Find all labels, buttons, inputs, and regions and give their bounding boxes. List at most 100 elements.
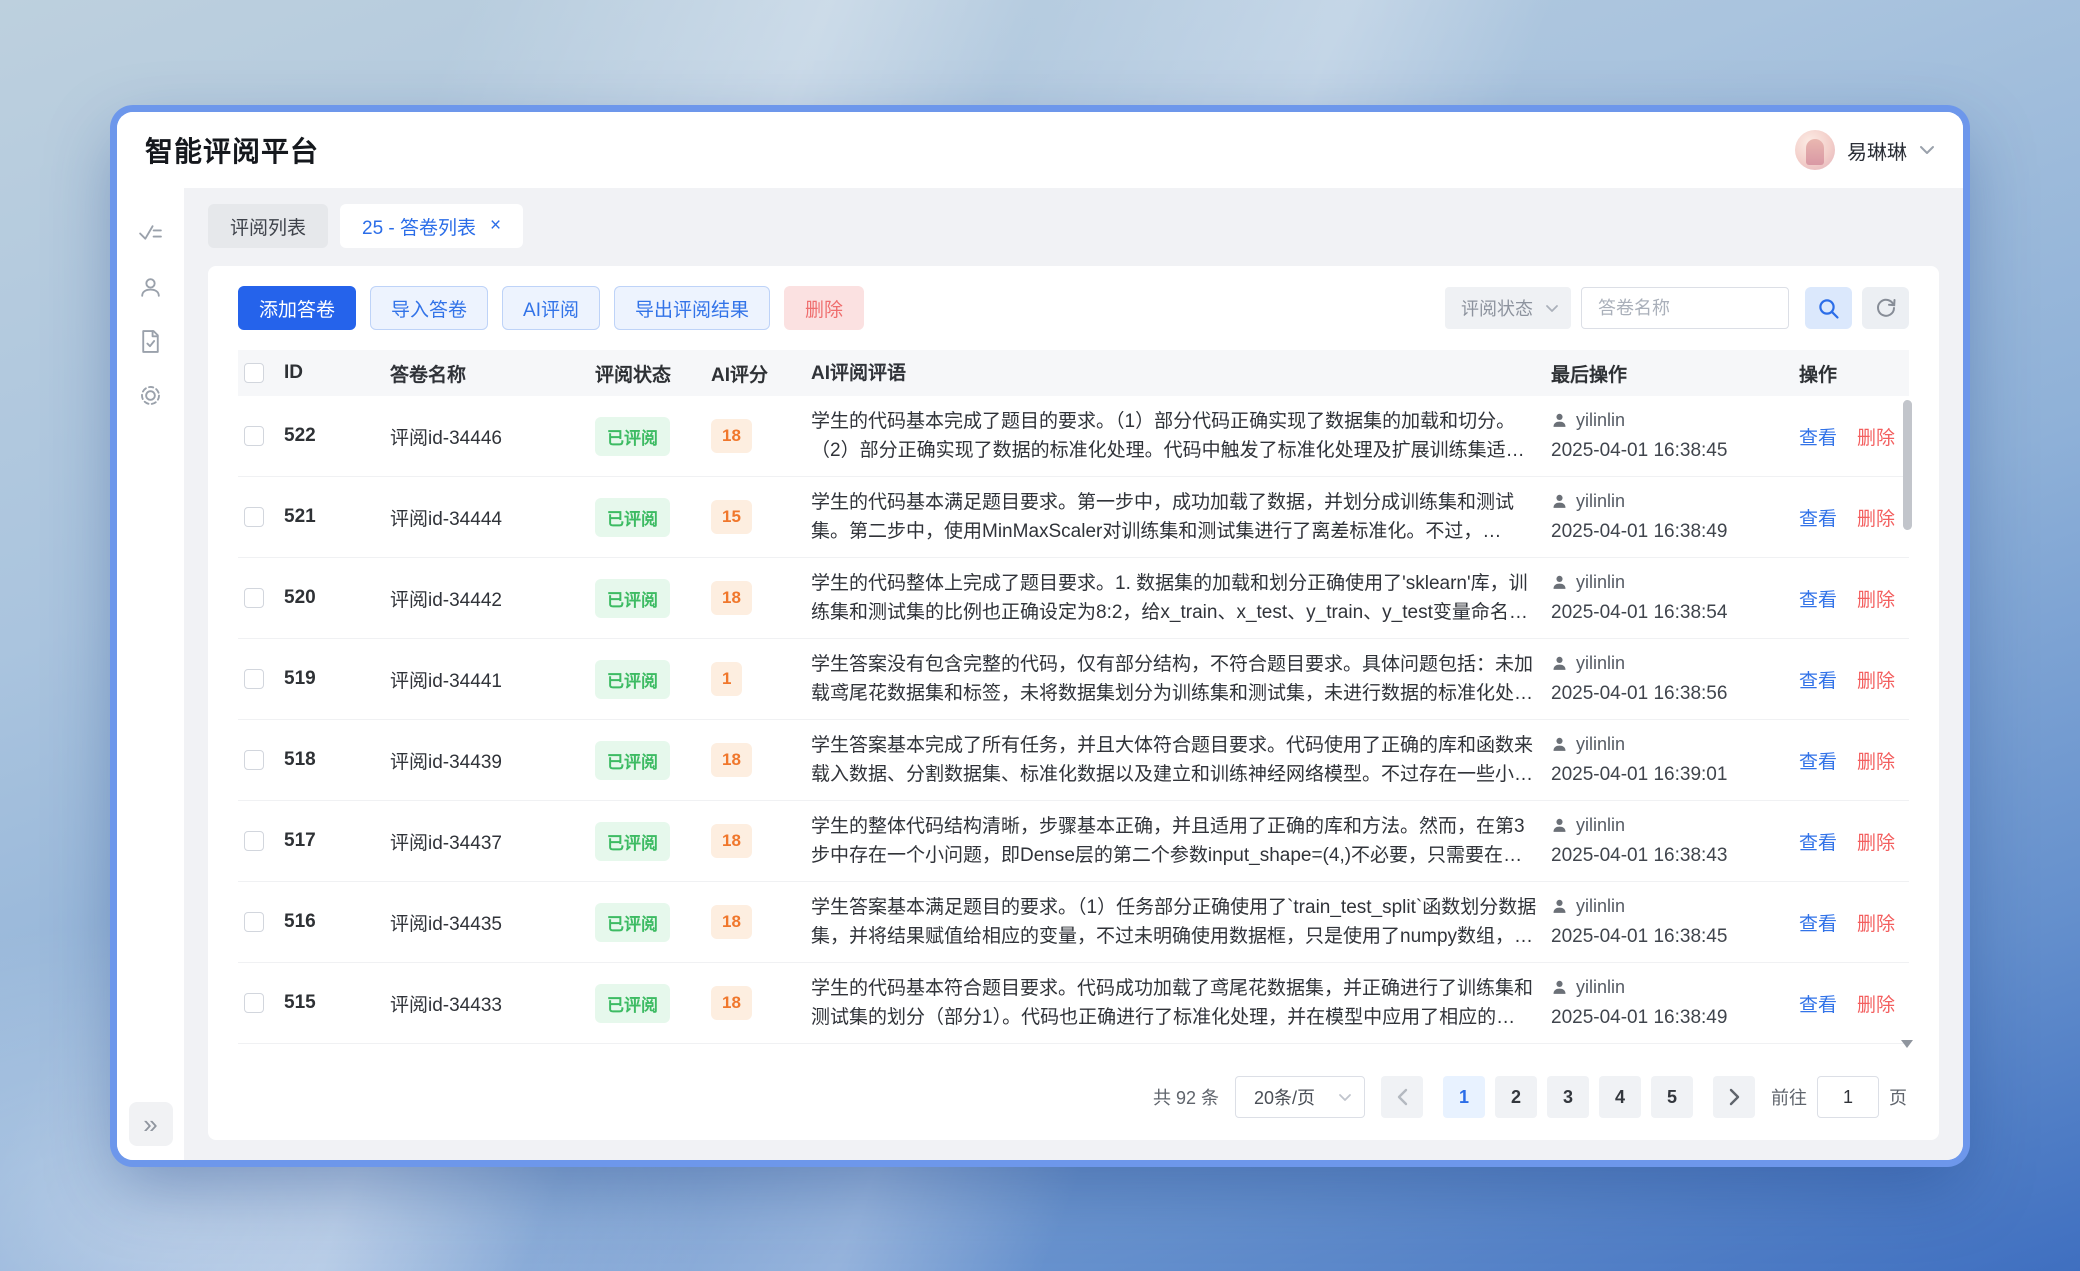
page-button[interactable]: 5 xyxy=(1651,1076,1693,1118)
close-icon[interactable]: × xyxy=(490,215,501,237)
user-name: 易琳琳 xyxy=(1847,136,1907,165)
page-size-select[interactable]: 20条/页 xyxy=(1235,1076,1365,1118)
row-checkbox[interactable] xyxy=(244,426,264,446)
page-button[interactable]: 2 xyxy=(1495,1076,1537,1118)
row-name: 评阅id-34442 xyxy=(390,585,595,612)
row-name: 评阅id-34441 xyxy=(390,666,595,693)
tab-review-list[interactable]: 评阅列表 xyxy=(208,204,328,248)
chevron-left-icon xyxy=(1397,1088,1408,1106)
view-link[interactable]: 查看 xyxy=(1799,585,1837,612)
sidebar: » xyxy=(117,188,184,1160)
row-comment: 学生的代码基本符合题目要求。代码成功加载了鸢尾花数据集，并正确进行了训练集和测试… xyxy=(811,974,1551,1032)
view-link[interactable]: 查看 xyxy=(1799,990,1837,1017)
row-last-op: yilinlin 2025-04-01 16:38:45 xyxy=(1551,410,1799,462)
sidebar-item-settings[interactable] xyxy=(128,368,174,422)
row-time: 2025-04-01 16:38:49 xyxy=(1551,521,1785,543)
score-badge: 18 xyxy=(711,419,752,453)
row-time: 2025-04-01 16:38:43 xyxy=(1551,845,1785,867)
view-link[interactable]: 查看 xyxy=(1799,747,1837,774)
scrollbar-down-arrow[interactable] xyxy=(1901,1040,1913,1048)
row-time: 2025-04-01 16:38:45 xyxy=(1551,440,1785,462)
view-link[interactable]: 查看 xyxy=(1799,909,1837,936)
row-checkbox[interactable] xyxy=(244,912,264,932)
row-last-op: yilinlin 2025-04-01 16:38:54 xyxy=(1551,572,1799,624)
scrollbar-thumb[interactable] xyxy=(1903,400,1912,530)
status-badge: 已评阅 xyxy=(595,984,670,1023)
row-checkbox[interactable] xyxy=(244,750,264,770)
search-icon xyxy=(1816,296,1841,321)
tab-bar: 评阅列表 25 - 答卷列表 × xyxy=(208,204,1945,248)
total-count: 共 92 条 xyxy=(1153,1084,1219,1110)
row-actions: 查看 删除 xyxy=(1799,990,1909,1017)
toolbar: 添加答卷 导入答卷 AI评阅 导出评阅结果 删除 评阅状态 xyxy=(238,286,1909,330)
row-comment: 学生答案基本完成了所有任务，并且大体符合题目要求。代码使用了正确的库和函数来载入… xyxy=(811,731,1551,789)
add-answer-button[interactable]: 添加答卷 xyxy=(238,286,356,330)
answer-sheet-table: ID 答卷名称 评阅状态 AI评分 AI评阅评语 最后操作 操作 522 评阅i… xyxy=(238,350,1909,1058)
row-time: 2025-04-01 16:38:49 xyxy=(1551,1007,1785,1029)
person-icon xyxy=(1551,655,1568,672)
column-header-id: ID xyxy=(284,362,390,384)
search-input[interactable] xyxy=(1581,287,1789,329)
page-button[interactable]: 4 xyxy=(1599,1076,1641,1118)
row-last-op: yilinlin 2025-04-01 16:38:49 xyxy=(1551,977,1799,1029)
table-row: 516 评阅id-34435 已评阅 18 学生答案基本满足题目的要求。（1）任… xyxy=(238,882,1909,963)
row-id: 518 xyxy=(284,749,390,771)
score-badge: 18 xyxy=(711,743,752,777)
page-button[interactable]: 1 xyxy=(1443,1076,1485,1118)
row-actions: 查看 删除 xyxy=(1799,585,1909,612)
status-badge: 已评阅 xyxy=(595,417,670,456)
table-header: ID 答卷名称 评阅状态 AI评分 AI评阅评语 最后操作 操作 xyxy=(238,350,1909,396)
page-button[interactable]: 3 xyxy=(1547,1076,1589,1118)
row-checkbox[interactable] xyxy=(244,993,264,1013)
goto-page-input[interactable] xyxy=(1817,1076,1879,1118)
view-link[interactable]: 查看 xyxy=(1799,828,1837,855)
sidebar-item-users[interactable] xyxy=(128,260,174,314)
sidebar-item-answer-sheets[interactable] xyxy=(128,314,174,368)
row-last-op: yilinlin 2025-04-01 16:38:49 xyxy=(1551,491,1799,543)
view-link[interactable]: 查看 xyxy=(1799,504,1837,531)
delete-link[interactable]: 删除 xyxy=(1857,909,1895,936)
select-all-checkbox[interactable] xyxy=(244,363,264,383)
delete-link[interactable]: 删除 xyxy=(1857,666,1895,693)
export-results-button[interactable]: 导出评阅结果 xyxy=(614,286,770,330)
person-icon xyxy=(1551,412,1568,429)
row-name: 评阅id-34433 xyxy=(390,990,595,1017)
view-link[interactable]: 查看 xyxy=(1799,666,1837,693)
sidebar-item-review-list[interactable] xyxy=(128,206,174,260)
column-header-last-op: 最后操作 xyxy=(1551,360,1799,387)
sidebar-collapse-button[interactable]: » xyxy=(129,1102,173,1146)
refresh-button[interactable] xyxy=(1862,287,1909,329)
import-answer-button[interactable]: 导入答卷 xyxy=(370,286,488,330)
delete-link[interactable]: 删除 xyxy=(1857,423,1895,450)
next-page-button[interactable] xyxy=(1713,1076,1755,1118)
view-link[interactable]: 查看 xyxy=(1799,423,1837,450)
row-checkbox[interactable] xyxy=(244,669,264,689)
chevron-right-icon xyxy=(1729,1088,1740,1106)
delete-link[interactable]: 删除 xyxy=(1857,504,1895,531)
delete-link[interactable]: 删除 xyxy=(1857,585,1895,612)
ai-review-button[interactable]: AI评阅 xyxy=(502,286,600,330)
user-menu[interactable]: 易琳琳 xyxy=(1795,130,1935,170)
delete-button[interactable]: 删除 xyxy=(784,286,864,330)
table-row: 518 评阅id-34439 已评阅 18 学生答案基本完成了所有任务，并且大体… xyxy=(238,720,1909,801)
delete-link[interactable]: 删除 xyxy=(1857,747,1895,774)
document-check-icon xyxy=(137,328,164,355)
row-operator: yilinlin xyxy=(1576,896,1625,917)
pagination: 共 92 条 20条/页 12345 前往 xyxy=(238,1058,1909,1126)
tab-answer-sheet-list[interactable]: 25 - 答卷列表 × xyxy=(340,204,523,248)
row-id: 522 xyxy=(284,425,390,447)
row-actions: 查看 删除 xyxy=(1799,828,1909,855)
row-checkbox[interactable] xyxy=(244,831,264,851)
checklist-icon xyxy=(137,220,164,247)
status-filter-select[interactable]: 评阅状态 xyxy=(1445,287,1571,329)
prev-page-button[interactable] xyxy=(1381,1076,1423,1118)
row-comment: 学生的代码整体上完成了题目要求。1. 数据集的加载和划分正确使用了'sklear… xyxy=(811,569,1551,627)
row-actions: 查看 删除 xyxy=(1799,423,1909,450)
score-badge: 15 xyxy=(711,500,752,534)
row-checkbox[interactable] xyxy=(244,588,264,608)
delete-link[interactable]: 删除 xyxy=(1857,990,1895,1017)
row-checkbox[interactable] xyxy=(244,507,264,527)
row-operator: yilinlin xyxy=(1576,491,1625,512)
search-button[interactable] xyxy=(1805,287,1852,329)
delete-link[interactable]: 删除 xyxy=(1857,828,1895,855)
